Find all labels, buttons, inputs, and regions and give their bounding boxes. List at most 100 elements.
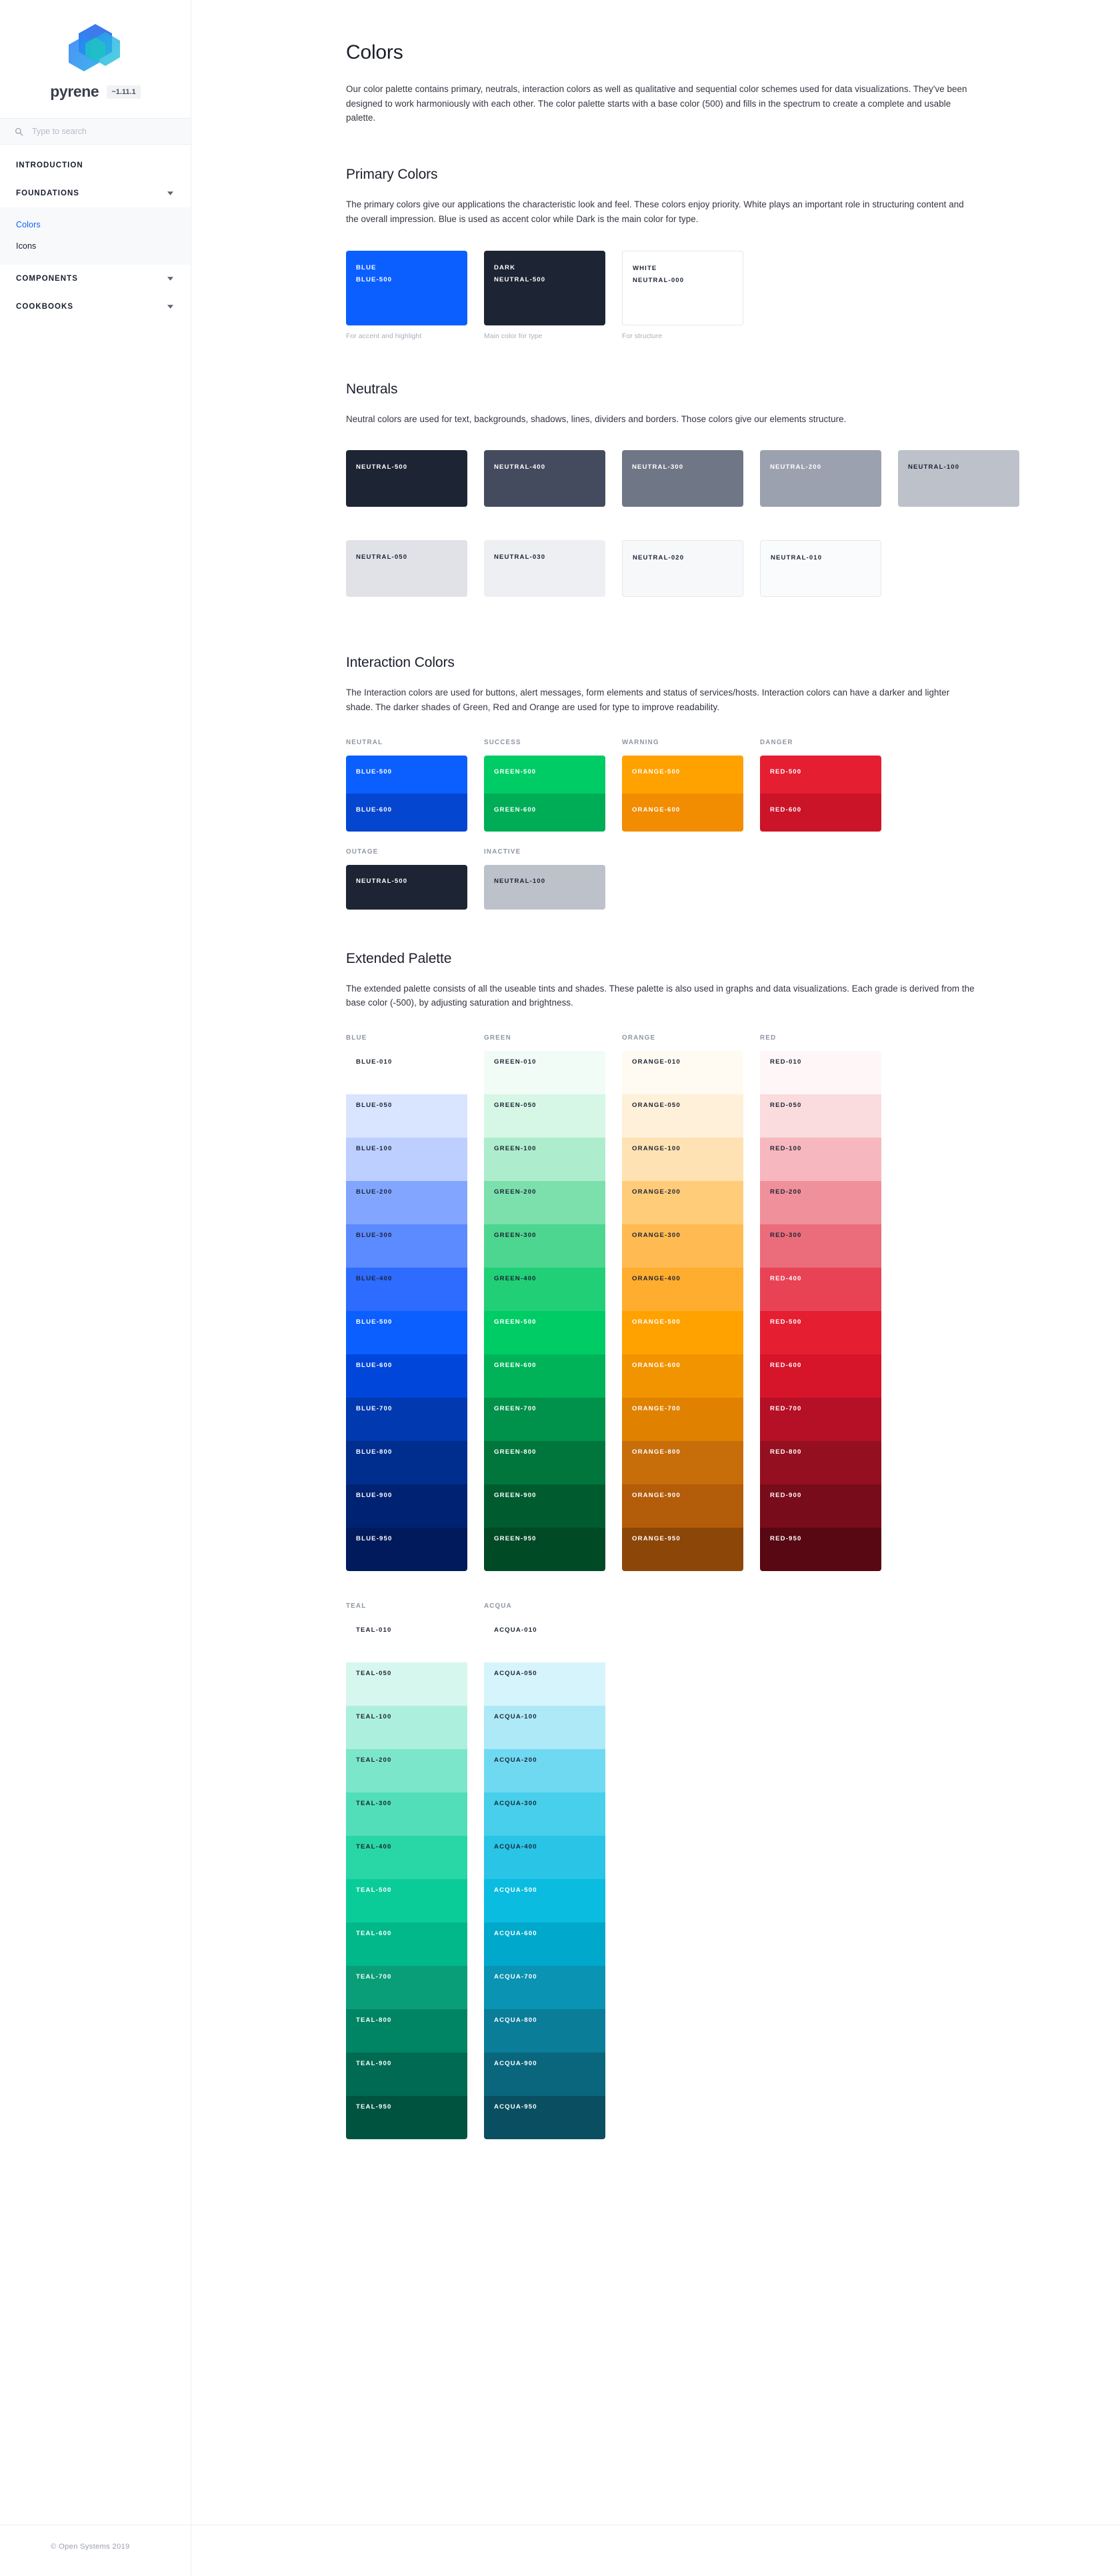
palette-swatch[interactable]: BLUE-700 — [346, 1398, 467, 1442]
palette-swatch[interactable]: GREEN-300 — [484, 1224, 605, 1268]
palette-swatch[interactable]: ORANGE-200 — [622, 1181, 743, 1225]
color-swatch[interactable]: NEUTRAL-100 — [898, 450, 1019, 507]
color-swatch[interactable]: GREEN-600 — [484, 793, 605, 832]
palette-swatch[interactable]: RED-500 — [760, 1311, 881, 1355]
sidebar-search[interactable] — [0, 118, 191, 145]
sidebar-item-colors[interactable]: Colors — [0, 214, 191, 235]
palette-swatch[interactable]: RED-100 — [760, 1138, 881, 1182]
palette-swatch[interactable]: GREEN-950 — [484, 1528, 605, 1572]
color-swatch[interactable]: NEUTRAL-050 — [346, 540, 467, 597]
palette-swatch[interactable]: RED-300 — [760, 1224, 881, 1268]
palette-swatch[interactable]: BLUE-400 — [346, 1268, 467, 1312]
palette-swatch[interactable]: TEAL-300 — [346, 1792, 467, 1836]
palette-swatch[interactable]: BLUE-900 — [346, 1484, 467, 1528]
palette-swatch[interactable]: ORANGE-800 — [622, 1441, 743, 1485]
color-swatch[interactable]: NEUTRAL-300 — [622, 450, 743, 507]
palette-swatch[interactable]: ORANGE-010 — [622, 1051, 743, 1095]
palette-swatch[interactable]: TEAL-050 — [346, 1662, 467, 1706]
palette-swatch[interactable]: TEAL-600 — [346, 1922, 467, 1967]
sidebar-group-components[interactable]: COMPONENTS — [0, 265, 191, 293]
palette-swatch[interactable]: TEAL-500 — [346, 1879, 467, 1923]
palette-swatch[interactable]: GREEN-400 — [484, 1268, 605, 1312]
palette-swatch[interactable]: ORANGE-100 — [622, 1138, 743, 1182]
color-swatch[interactable]: BLUE-500 — [346, 755, 467, 794]
palette-swatch[interactable]: TEAL-100 — [346, 1706, 467, 1750]
palette-swatch[interactable]: ORANGE-050 — [622, 1094, 743, 1138]
palette-swatch[interactable]: TEAL-950 — [346, 2096, 467, 2140]
palette-swatch[interactable]: ORANGE-700 — [622, 1398, 743, 1442]
color-swatch[interactable]: NEUTRAL-100 — [484, 864, 605, 910]
palette-swatch[interactable]: BLUE-800 — [346, 1441, 467, 1485]
color-swatch[interactable]: ORANGE-600 — [622, 793, 743, 832]
palette-swatch[interactable]: ORANGE-400 — [622, 1268, 743, 1312]
sidebar-group-cookbooks[interactable]: COOKBOOKS — [0, 293, 191, 321]
color-swatch[interactable]: NEUTRAL-010 — [760, 540, 881, 597]
palette-swatch[interactable]: ACQUA-300 — [484, 1792, 605, 1836]
palette-swatch[interactable]: RED-900 — [760, 1484, 881, 1528]
palette-swatch[interactable]: BLUE-500 — [346, 1311, 467, 1355]
color-swatch[interactable]: NEUTRAL-400 — [484, 450, 605, 507]
palette-swatch[interactable]: ORANGE-500 — [622, 1311, 743, 1355]
palette-swatch[interactable]: RED-700 — [760, 1398, 881, 1442]
palette-swatch[interactable]: ORANGE-900 — [622, 1484, 743, 1528]
palette-swatch[interactable]: RED-800 — [760, 1441, 881, 1485]
palette-swatch[interactable]: GREEN-700 — [484, 1398, 605, 1442]
palette-swatch[interactable]: TEAL-900 — [346, 2053, 467, 2097]
palette-swatch[interactable]: GREEN-900 — [484, 1484, 605, 1528]
palette-swatch[interactable]: TEAL-200 — [346, 1749, 467, 1793]
color-swatch[interactable]: RED-500 — [760, 755, 881, 794]
palette-swatch[interactable]: ACQUA-800 — [484, 2009, 605, 2053]
color-swatch[interactable]: NEUTRAL-030 — [484, 540, 605, 597]
palette-swatch[interactable]: TEAL-800 — [346, 2009, 467, 2053]
palette-swatch[interactable]: BLUE-010 — [346, 1051, 467, 1095]
palette-swatch[interactable]: GREEN-010 — [484, 1051, 605, 1095]
palette-swatch[interactable]: ORANGE-600 — [622, 1354, 743, 1398]
palette-swatch[interactable]: TEAL-400 — [346, 1836, 467, 1880]
palette-swatch[interactable]: RED-950 — [760, 1528, 881, 1572]
palette-swatch[interactable]: RED-010 — [760, 1051, 881, 1095]
palette-swatch[interactable]: GREEN-600 — [484, 1354, 605, 1398]
color-swatch[interactable]: GREEN-500 — [484, 755, 605, 794]
color-swatch[interactable]: DARK NEUTRAL-500 — [484, 250, 605, 325]
search-input[interactable] — [32, 127, 165, 136]
color-swatch[interactable]: BLUE BLUE-500 — [346, 250, 467, 325]
sidebar-item-icons[interactable]: Icons — [0, 235, 191, 257]
color-swatch[interactable]: WHITE NEUTRAL-000 — [622, 250, 743, 325]
palette-swatch[interactable]: ACQUA-950 — [484, 2096, 605, 2140]
palette-swatch[interactable]: GREEN-050 — [484, 1094, 605, 1138]
palette-swatch[interactable]: ACQUA-500 — [484, 1879, 605, 1923]
color-swatch[interactable]: RED-600 — [760, 793, 881, 832]
palette-swatch[interactable]: BLUE-600 — [346, 1354, 467, 1398]
color-swatch[interactable]: ORANGE-500 — [622, 755, 743, 794]
palette-swatch[interactable]: GREEN-800 — [484, 1441, 605, 1485]
palette-swatch[interactable]: ACQUA-700 — [484, 1966, 605, 2010]
palette-swatch[interactable]: RED-050 — [760, 1094, 881, 1138]
palette-swatch[interactable]: ACQUA-200 — [484, 1749, 605, 1793]
palette-swatch[interactable]: TEAL-700 — [346, 1966, 467, 2010]
palette-swatch[interactable]: ACQUA-400 — [484, 1836, 605, 1880]
color-swatch[interactable]: NEUTRAL-500 — [346, 864, 467, 910]
palette-swatch[interactable]: ACQUA-600 — [484, 1922, 605, 1967]
palette-swatch[interactable]: ACQUA-900 — [484, 2053, 605, 2097]
sidebar-group-introduction[interactable]: INTRODUCTION — [0, 151, 191, 179]
palette-swatch[interactable]: BLUE-050 — [346, 1094, 467, 1138]
palette-swatch[interactable]: ACQUA-050 — [484, 1662, 605, 1706]
color-swatch[interactable]: NEUTRAL-200 — [760, 450, 881, 507]
palette-swatch[interactable]: BLUE-200 — [346, 1181, 467, 1225]
palette-swatch[interactable]: GREEN-200 — [484, 1181, 605, 1225]
color-swatch[interactable]: NEUTRAL-020 — [622, 540, 743, 597]
palette-swatch[interactable]: BLUE-100 — [346, 1138, 467, 1182]
palette-swatch[interactable]: ACQUA-010 — [484, 1619, 605, 1663]
palette-swatch[interactable]: ORANGE-950 — [622, 1528, 743, 1572]
color-swatch[interactable]: BLUE-600 — [346, 793, 467, 832]
palette-swatch[interactable]: ORANGE-300 — [622, 1224, 743, 1268]
palette-swatch[interactable]: BLUE-300 — [346, 1224, 467, 1268]
palette-swatch[interactable]: GREEN-500 — [484, 1311, 605, 1355]
palette-swatch[interactable]: ACQUA-100 — [484, 1706, 605, 1750]
palette-swatch[interactable]: RED-600 — [760, 1354, 881, 1398]
palette-swatch[interactable]: RED-400 — [760, 1268, 881, 1312]
palette-swatch[interactable]: RED-200 — [760, 1181, 881, 1225]
sidebar-group-foundations[interactable]: FOUNDATIONS — [0, 179, 191, 207]
palette-swatch[interactable]: TEAL-010 — [346, 1619, 467, 1663]
palette-swatch[interactable]: BLUE-950 — [346, 1528, 467, 1572]
